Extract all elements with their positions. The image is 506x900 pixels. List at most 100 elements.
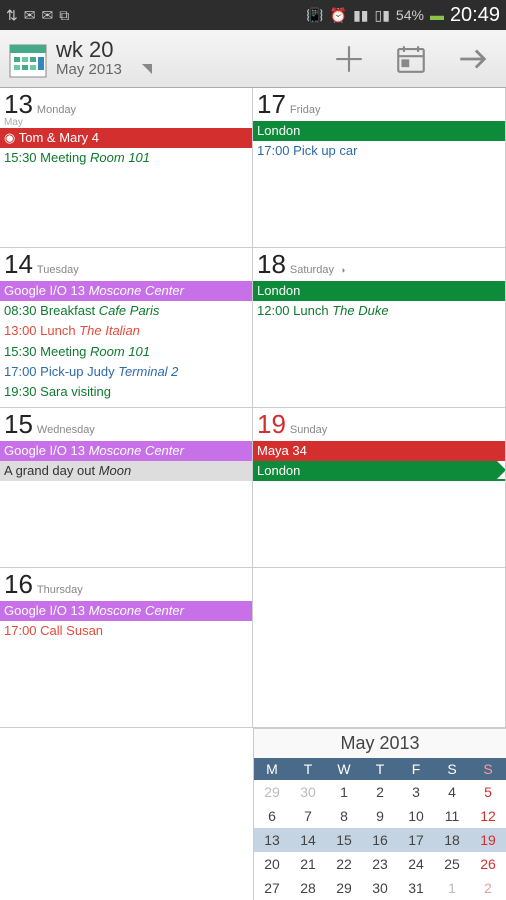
event-item[interactable]: 08:30 Breakfast Cafe Paris <box>0 301 252 321</box>
signal-icon: ▮▮ <box>353 7 368 24</box>
mini-day[interactable]: 16 <box>362 828 398 852</box>
mini-day[interactable]: 5 <box>470 780 506 804</box>
mini-cal-title: May 2013 <box>254 729 506 758</box>
day-number: 17 <box>257 89 286 120</box>
mini-cal-table: MTWTFSS 29301234567891011121314151617181… <box>254 758 506 900</box>
battery-icon: ▬ <box>430 7 444 23</box>
event-item[interactable]: 15:30 Meeting Room 101 <box>0 342 252 362</box>
day-cell[interactable]: 17 Friday London17:00 Pick up car <box>253 88 506 248</box>
mini-day[interactable]: 14 <box>290 828 326 852</box>
today-button[interactable] <box>394 42 428 76</box>
mini-day[interactable]: 1 <box>326 780 362 804</box>
week-label: wk 20 <box>56 39 122 61</box>
day-name: Wednesday <box>37 424 95 436</box>
event-item[interactable]: Google I/O 13 Moscone Center <box>0 441 252 461</box>
event-item[interactable]: Google I/O 13 Moscone Center <box>0 601 252 621</box>
mail-icon-2: ✉ <box>41 7 53 24</box>
mini-dow: T <box>362 758 398 780</box>
mini-day[interactable]: 15 <box>326 828 362 852</box>
mini-dow: T <box>290 758 326 780</box>
dropdown-icon <box>142 64 152 74</box>
mini-day[interactable]: 23 <box>362 852 398 876</box>
mini-day[interactable]: 12 <box>470 804 506 828</box>
android-status-bar: ⇅ ✉ ✉ ⧉ 📳 ⏰ ▮▮ ▯▮ 54% ▬ 20:49 <box>0 0 506 30</box>
clock: 20:49 <box>450 4 500 27</box>
mail-icon: ✉ <box>24 7 36 24</box>
event-item[interactable]: 19:30 Sara visiting <box>0 382 252 402</box>
day-cell[interactable] <box>253 568 506 728</box>
usb-icon: ⇅ <box>6 7 18 24</box>
mini-day[interactable]: 30 <box>290 780 326 804</box>
day-cell[interactable]: 16ThursdayGoogle I/O 13 Moscone Center17… <box>0 568 253 728</box>
event-item[interactable]: 15:30 Meeting Room 101 <box>0 148 252 168</box>
mini-day[interactable]: 4 <box>434 780 470 804</box>
mini-day[interactable]: 25 <box>434 852 470 876</box>
mini-day[interactable]: 29 <box>254 780 290 804</box>
day-cell[interactable]: 14 Tuesday Google I/O 13 Moscone Center08:… <box>0 248 253 408</box>
day-cell[interactable]: 15WednesdayGoogle I/O 13 Moscone CenterA… <box>0 408 253 568</box>
day-cell[interactable]: 18Saturday◑London12:00 Lunch The Duke <box>253 248 506 408</box>
event-item[interactable]: A grand day out Moon <box>0 461 252 481</box>
day-name: Tuesday <box>37 264 79 276</box>
mini-day[interactable]: 8 <box>326 804 362 828</box>
event-item[interactable]: 13:00 Lunch The Italian <box>0 321 252 341</box>
day-number: 19 <box>257 409 286 440</box>
mini-day[interactable]: 7 <box>290 804 326 828</box>
event-item[interactable]: London <box>253 281 505 301</box>
app-icon[interactable] <box>8 39 48 79</box>
mini-dow: W <box>326 758 362 780</box>
mini-day[interactable]: 1 <box>434 876 470 900</box>
mini-day[interactable]: 17 <box>398 828 434 852</box>
moon-icon: ◑ <box>340 265 345 275</box>
next-button[interactable] <box>456 42 490 76</box>
event-item[interactable]: 17:00 Call Susan <box>0 621 252 641</box>
mini-day[interactable]: 30 <box>362 876 398 900</box>
mini-day[interactable]: 11 <box>434 804 470 828</box>
mini-day[interactable]: 27 <box>254 876 290 900</box>
day-name: Sunday <box>290 424 327 436</box>
mini-day[interactable]: 13 <box>254 828 290 852</box>
event-item[interactable]: Google I/O 13 Moscone Center <box>0 281 252 301</box>
mini-dow: S <box>434 758 470 780</box>
mini-day[interactable]: 6 <box>254 804 290 828</box>
mini-day[interactable]: 3 <box>398 780 434 804</box>
event-item[interactable]: 12:00 Lunch The Duke <box>253 301 505 321</box>
event-item[interactable]: London <box>253 461 505 481</box>
mini-day[interactable]: 21 <box>290 852 326 876</box>
day-cell[interactable]: 19 Sunday Maya 34London <box>253 408 506 568</box>
day-name: Friday <box>290 104 321 116</box>
event-item[interactable]: ◉ Tom & Mary 4 <box>0 128 252 148</box>
event-item[interactable]: 17:00 Pick up car <box>253 141 505 161</box>
mini-day[interactable]: 26 <box>470 852 506 876</box>
event-item[interactable]: Maya 34 <box>253 441 505 461</box>
mini-day[interactable]: 24 <box>398 852 434 876</box>
mini-day[interactable]: 22 <box>326 852 362 876</box>
mini-day[interactable]: 2 <box>470 876 506 900</box>
day-name: Saturday <box>290 264 334 276</box>
event-item[interactable]: 17:00 Pick-up Judy Terminal 2 <box>0 362 252 382</box>
mini-day[interactable]: 18 <box>434 828 470 852</box>
view-selector[interactable]: wk 20 May 2013 <box>56 39 332 78</box>
day-name: Thursday <box>37 584 83 596</box>
wifi-icon: ⧉ <box>59 7 69 24</box>
mini-day[interactable]: 10 <box>398 804 434 828</box>
week-grid: 13MondayMay◉ Tom & Mary 415:30 Meeting R… <box>0 88 506 728</box>
mini-day[interactable]: 28 <box>290 876 326 900</box>
mini-day[interactable]: 19 <box>470 828 506 852</box>
event-item[interactable]: London <box>253 121 505 141</box>
signal-icon-2: ▯▮ <box>374 7 389 24</box>
add-event-button[interactable] <box>332 42 366 76</box>
battery-text: 54% <box>396 7 424 23</box>
mini-day[interactable]: 20 <box>254 852 290 876</box>
day-cell[interactable]: 13MondayMay◉ Tom & Mary 415:30 Meeting R… <box>0 88 253 248</box>
day-sublabel: May <box>0 117 252 128</box>
mini-day[interactable]: 31 <box>398 876 434 900</box>
day-number: 14 <box>4 249 33 280</box>
day-name: Monday <box>37 104 76 116</box>
mini-day[interactable]: 2 <box>362 780 398 804</box>
month-label: May 2013 <box>56 61 122 78</box>
mini-day[interactable]: 9 <box>362 804 398 828</box>
mini-day[interactable]: 29 <box>326 876 362 900</box>
mini-calendar[interactable]: May 2013 MTWTFSS 29301234567891011121314… <box>253 728 506 900</box>
app-header: wk 20 May 2013 <box>0 30 506 88</box>
